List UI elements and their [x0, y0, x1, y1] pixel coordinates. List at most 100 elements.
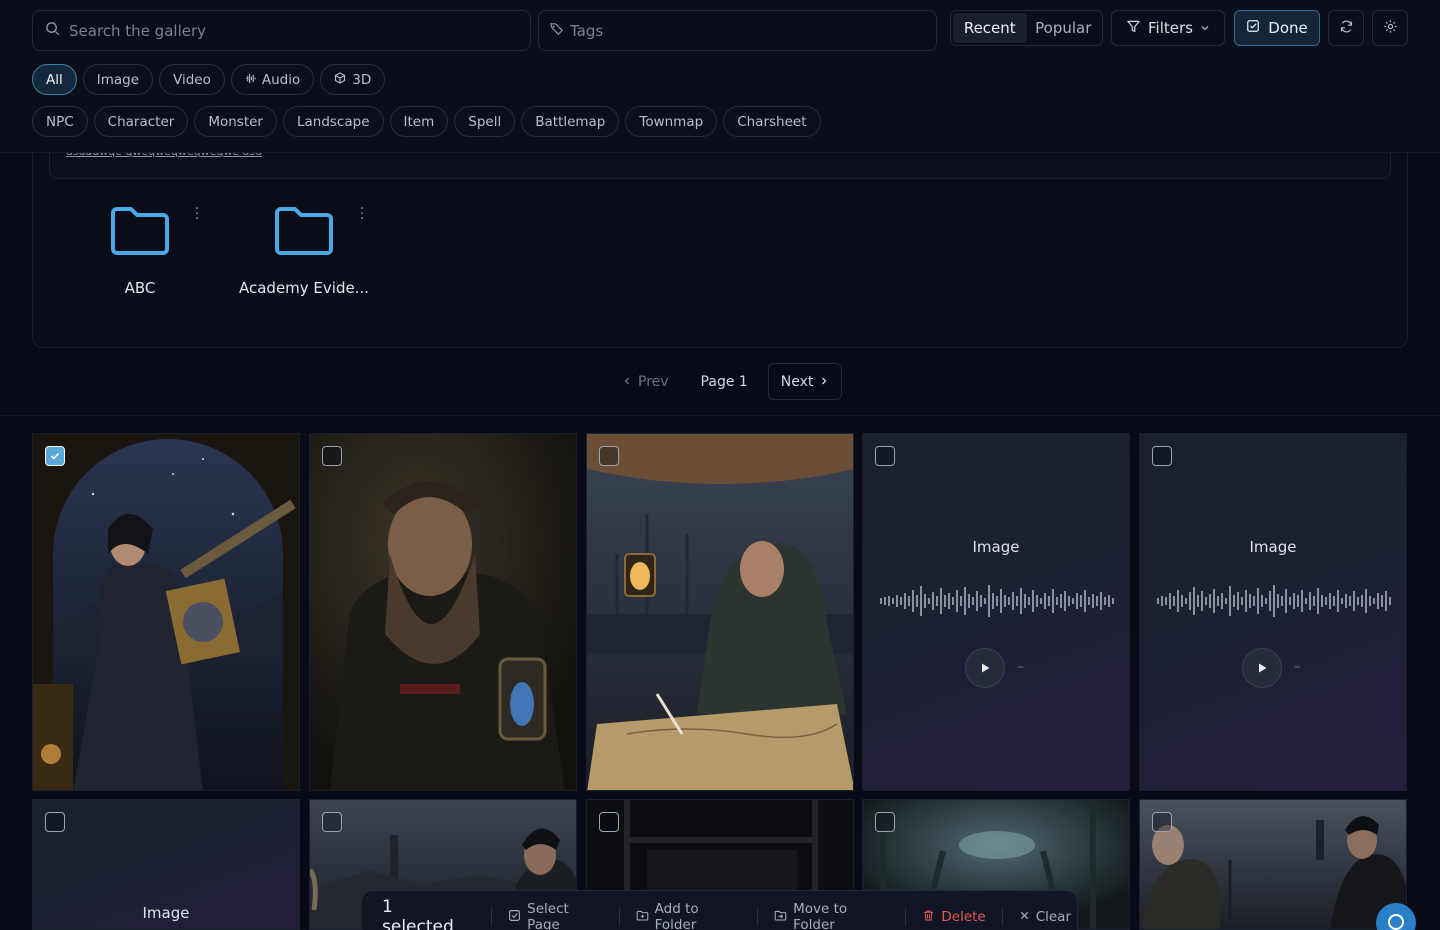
- chip-townmap[interactable]: Townmap: [625, 106, 718, 137]
- page-indicator: Page 1: [700, 373, 748, 390]
- pagination: Prev Page 1 Next: [610, 363, 843, 400]
- chip-label: 3D: [352, 71, 372, 88]
- chip-3d[interactable]: 3D: [320, 64, 386, 95]
- move-to-folder-button[interactable]: Move to Folder: [768, 901, 895, 930]
- gear-icon: [1383, 19, 1398, 38]
- play-icon: [979, 659, 991, 678]
- action-separator: [905, 908, 907, 926]
- done-button[interactable]: Done: [1234, 10, 1320, 46]
- chip-video[interactable]: Video: [159, 64, 225, 95]
- next-page-button[interactable]: Next: [767, 363, 843, 400]
- tile-checkbox[interactable]: [875, 446, 895, 466]
- astronomer-image: [33, 434, 299, 790]
- chip-monster[interactable]: Monster: [194, 106, 277, 137]
- chip-label: Video: [173, 71, 211, 88]
- trash-icon: [922, 909, 935, 926]
- chip-battlemap[interactable]: Battlemap: [521, 106, 620, 137]
- chat-support-button[interactable]: [1376, 903, 1416, 930]
- tile-checkbox[interactable]: [1152, 446, 1172, 466]
- chip-charsheet[interactable]: Charsheet: [723, 106, 821, 137]
- done-label: Done: [1268, 19, 1308, 37]
- refresh-icon: [1339, 19, 1354, 38]
- tile-checkbox[interactable]: [599, 812, 619, 832]
- sort-recent-button[interactable]: Recent: [953, 13, 1027, 43]
- tile-checkbox[interactable]: [45, 812, 65, 832]
- gallery-tile[interactable]: [32, 433, 300, 791]
- harbor-image: [1140, 800, 1406, 929]
- play-button[interactable]: [965, 648, 1005, 688]
- delete-button[interactable]: Delete: [916, 909, 991, 926]
- audio-tile[interactable]: Image –: [1139, 433, 1407, 791]
- chevron-down-icon: [1200, 19, 1210, 37]
- filter-icon: [1126, 19, 1141, 38]
- play-icon: [1256, 659, 1268, 678]
- waveform-graphic: [1157, 585, 1391, 617]
- cartographer-image: [587, 434, 853, 790]
- dwarf-image: [310, 434, 576, 790]
- folder-name: ABC: [124, 279, 156, 297]
- search-placeholder: Search the gallery: [69, 21, 207, 40]
- chip-image[interactable]: Image: [82, 64, 154, 95]
- tag-icon: [549, 21, 564, 40]
- folder-name: Academy Evide...: [238, 279, 370, 297]
- audio-tile[interactable]: Image –: [862, 433, 1130, 791]
- filters-button[interactable]: Filters: [1111, 10, 1225, 46]
- chip-npc[interactable]: NPC: [32, 106, 88, 137]
- media-type-filters: All Image Video Audio 3D: [32, 64, 386, 95]
- selection-count: 1 selected: [382, 897, 454, 930]
- audio-title: Image: [972, 538, 1020, 556]
- folder-item[interactable]: ABC: [70, 205, 210, 297]
- search-input[interactable]: Search the gallery: [32, 10, 531, 51]
- clear-selection-button[interactable]: Clear: [1013, 909, 1077, 925]
- audio-icon: [245, 72, 256, 88]
- chip-all[interactable]: All: [32, 64, 77, 95]
- folder-move-icon: [774, 909, 787, 926]
- gallery-tile[interactable]: [1139, 799, 1407, 930]
- chip-item[interactable]: Item: [389, 106, 449, 137]
- folder-icon: [273, 207, 335, 261]
- tile-checkbox[interactable]: [599, 446, 619, 466]
- prev-page-button[interactable]: Prev: [610, 363, 681, 400]
- tile-checkbox[interactable]: [45, 446, 65, 466]
- tile-checkbox[interactable]: [322, 812, 342, 832]
- move-to-folder-label: Move to Folder: [793, 901, 848, 930]
- settings-button[interactable]: [1372, 10, 1408, 46]
- folder-plus-icon: [636, 909, 649, 926]
- clear-label: Clear: [1035, 909, 1072, 925]
- check-square-icon: [1246, 19, 1260, 37]
- section-divider: [0, 415, 1440, 416]
- chip-audio[interactable]: Audio: [230, 64, 315, 95]
- action-separator: [1001, 908, 1003, 926]
- cube-icon: [334, 71, 346, 88]
- add-to-folder-label: Add to Folder: [654, 901, 699, 930]
- add-to-folder-button[interactable]: Add to Folder: [630, 901, 748, 930]
- folder-menu-icon[interactable]: · · ·: [357, 202, 367, 226]
- category-filters: NPC Character Monster Landscape Item Spe…: [32, 106, 821, 137]
- check-icon: [49, 447, 61, 466]
- chip-character[interactable]: Character: [93, 106, 189, 137]
- gallery-tile[interactable]: [309, 433, 577, 791]
- tile-checkbox[interactable]: [322, 446, 342, 466]
- delete-label: Delete: [941, 909, 986, 925]
- close-icon: [1019, 909, 1030, 925]
- tile-checkbox[interactable]: [875, 812, 895, 832]
- play-button[interactable]: [1242, 648, 1282, 688]
- selection-action-bar: 1 selected Select Page Add to Folder Mov…: [361, 890, 1078, 930]
- folder-item[interactable]: Academy Evide...: [234, 205, 374, 297]
- audio-duration: –: [1294, 659, 1301, 675]
- gallery-tile[interactable]: [586, 433, 854, 791]
- audio-tile[interactable]: Image: [32, 799, 300, 930]
- audio-title: Image: [1249, 538, 1297, 556]
- chip-landscape[interactable]: Landscape: [282, 106, 384, 137]
- sort-popular-button[interactable]: Popular: [1027, 13, 1101, 43]
- chevron-right-icon: [819, 374, 829, 390]
- chip-spell[interactable]: Spell: [454, 106, 516, 137]
- next-label: Next: [780, 373, 814, 390]
- tags-input[interactable]: Tags: [538, 10, 937, 51]
- search-icon: [45, 21, 60, 40]
- filters-label: Filters: [1148, 19, 1193, 37]
- folder-menu-icon[interactable]: · · ·: [192, 202, 202, 226]
- tile-checkbox[interactable]: [1152, 812, 1172, 832]
- select-page-button[interactable]: Select Page: [502, 901, 609, 930]
- refresh-button[interactable]: [1328, 10, 1364, 46]
